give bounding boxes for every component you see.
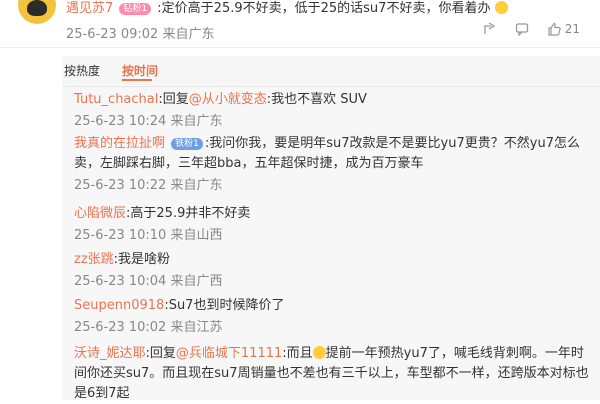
reply-location: 来自山西 xyxy=(170,228,223,243)
reply-username[interactable]: Tutu_chachal xyxy=(74,92,158,107)
reply-username[interactable]: Seupenn0918 xyxy=(74,298,164,313)
fan-badge: 铁粉1 xyxy=(171,138,203,150)
replies-panel: 按热度 按时间 Tutu_chachal:回复@从小就变态:我也不喜欢 SUV … xyxy=(62,56,600,401)
divider xyxy=(0,47,600,48)
reply-item: 我真的在拉扯啊 铁粉1:我问你我，要是明年su7改款是不是要比yu7更贵？不然y… xyxy=(74,134,594,196)
reply-item: 心陷微辰:高于25.9并非不好卖 25-6-23 10:10 来自山西 xyxy=(74,204,594,246)
share-button[interactable] xyxy=(483,22,497,36)
reply-location: 来自广东 xyxy=(170,178,223,193)
reply-text-line: zz张跳:我是啥粉 xyxy=(74,250,594,270)
reply-time: 25-6-23 10:04 xyxy=(74,274,167,289)
reply-text-line: 我真的在拉扯啊 铁粉1:我问你我，要是明年su7改款是不是要比yu7更贵？不然y… xyxy=(74,134,594,174)
reply-username[interactable]: zz张跳 xyxy=(74,252,114,267)
mention-link[interactable]: @兵临城下11111 xyxy=(176,346,282,361)
reply-item: zz张跳:我是啥粉 25-6-23 10:04 来自广西 xyxy=(74,250,594,292)
reply-prefix: :回复 xyxy=(158,92,189,107)
divider xyxy=(62,86,600,87)
fan-badge: 钻粉1 xyxy=(119,3,152,15)
reply-text: :而且 xyxy=(282,346,313,361)
reply-meta: 25-6-23 10:24 来自广东 xyxy=(74,112,594,132)
reply-username[interactable]: 我真的在拉扯啊 xyxy=(74,136,165,151)
reply-location: 来自广西 xyxy=(170,274,223,289)
reply-prefix: :回复 xyxy=(145,346,176,361)
reply-meta: 25-6-23 10:10 来自山西 xyxy=(74,226,594,246)
reply-text: :我是啥粉 xyxy=(113,252,171,267)
reply-text-line: Seupenn0918:Su7也到时候降价了 xyxy=(74,296,594,316)
reply-item: Seupenn0918:Su7也到时候降价了 25-6-23 10:02 来自江… xyxy=(74,296,594,338)
reply-username[interactable]: 心陷微辰 xyxy=(74,206,126,221)
like-count: 21 xyxy=(564,22,580,36)
reply-time: 25-6-23 10:10 xyxy=(74,228,167,243)
main-comment-text: :定价高于25.9不好卖，低于25的话su7不好卖，你看着办 xyxy=(157,1,491,16)
reply-time: 25-6-23 10:22 xyxy=(74,178,167,193)
main-comment-line: 遇见苏7 钻粉1 :定价高于25.9不好卖，低于25的话su7不好卖，你看着办 xyxy=(66,0,508,16)
share-icon xyxy=(484,22,495,34)
main-time: 25-6-23 09:02 xyxy=(66,27,159,42)
laugh-emoji-icon xyxy=(312,346,326,359)
reply-text: :我也不喜欢 SUV xyxy=(266,92,367,107)
reply-username[interactable]: 沃诗_妮达耶 xyxy=(74,346,146,361)
reply-text-line: Tutu_chachal:回复@从小就变态:我也不喜欢 SUV xyxy=(74,90,594,110)
active-tab-indicator xyxy=(122,79,152,81)
like-button[interactable]: 21 xyxy=(547,22,580,36)
reply-text: :Su7也到时候降价了 xyxy=(164,298,285,313)
laugh-emoji-icon xyxy=(494,1,508,14)
reply-location: 来自江苏 xyxy=(170,320,223,335)
reply-item: Tutu_chachal:回复@从小就变态:我也不喜欢 SUV 25-6-23 … xyxy=(74,90,594,132)
reply-text-line: 心陷微辰:高于25.9并非不好卖 xyxy=(74,204,594,224)
reply-location: 来自广东 xyxy=(170,114,223,129)
main-actions: 21 xyxy=(483,22,580,36)
avatar[interactable] xyxy=(18,0,56,24)
reply-text-line: 沃诗_妮达耶:回复@兵临城下11111:而且 提前一年预热yu7了，喊毛线背刺啊。… xyxy=(74,344,594,404)
comment-icon xyxy=(515,23,528,36)
main-location: 来自广东 xyxy=(162,27,215,42)
thumb-up-icon xyxy=(548,22,561,36)
main-meta: 25-6-23 09:02 来自广东 xyxy=(66,23,215,42)
reply-meta: 25-6-23 10:22 来自广东 xyxy=(74,176,594,196)
reply-item: 沃诗_妮达耶:回复@兵临城下11111:而且 提前一年预热yu7了，喊毛线背刺啊。… xyxy=(74,344,594,404)
reply-time: 25-6-23 10:02 xyxy=(74,320,167,335)
mention-link[interactable]: @从小就变态 xyxy=(189,92,267,107)
reply-time: 25-6-23 10:24 xyxy=(74,114,167,129)
reply-meta: 25-6-23 10:02 来自江苏 xyxy=(74,318,594,338)
sort-by-hot-tab[interactable]: 按热度 xyxy=(64,62,100,79)
comment-button[interactable] xyxy=(515,22,529,36)
main-username[interactable]: 遇见苏7 xyxy=(66,1,113,16)
reply-text: :高于25.9并非不好卖 xyxy=(126,206,251,221)
sort-by-time-tab[interactable]: 按时间 xyxy=(122,62,158,79)
main-comment: 遇见苏7 钻粉1 :定价高于25.9不好卖，低于25的话su7不好卖，你看着办 … xyxy=(0,0,600,58)
reply-meta: 25-6-23 10:04 来自广西 xyxy=(74,272,594,292)
